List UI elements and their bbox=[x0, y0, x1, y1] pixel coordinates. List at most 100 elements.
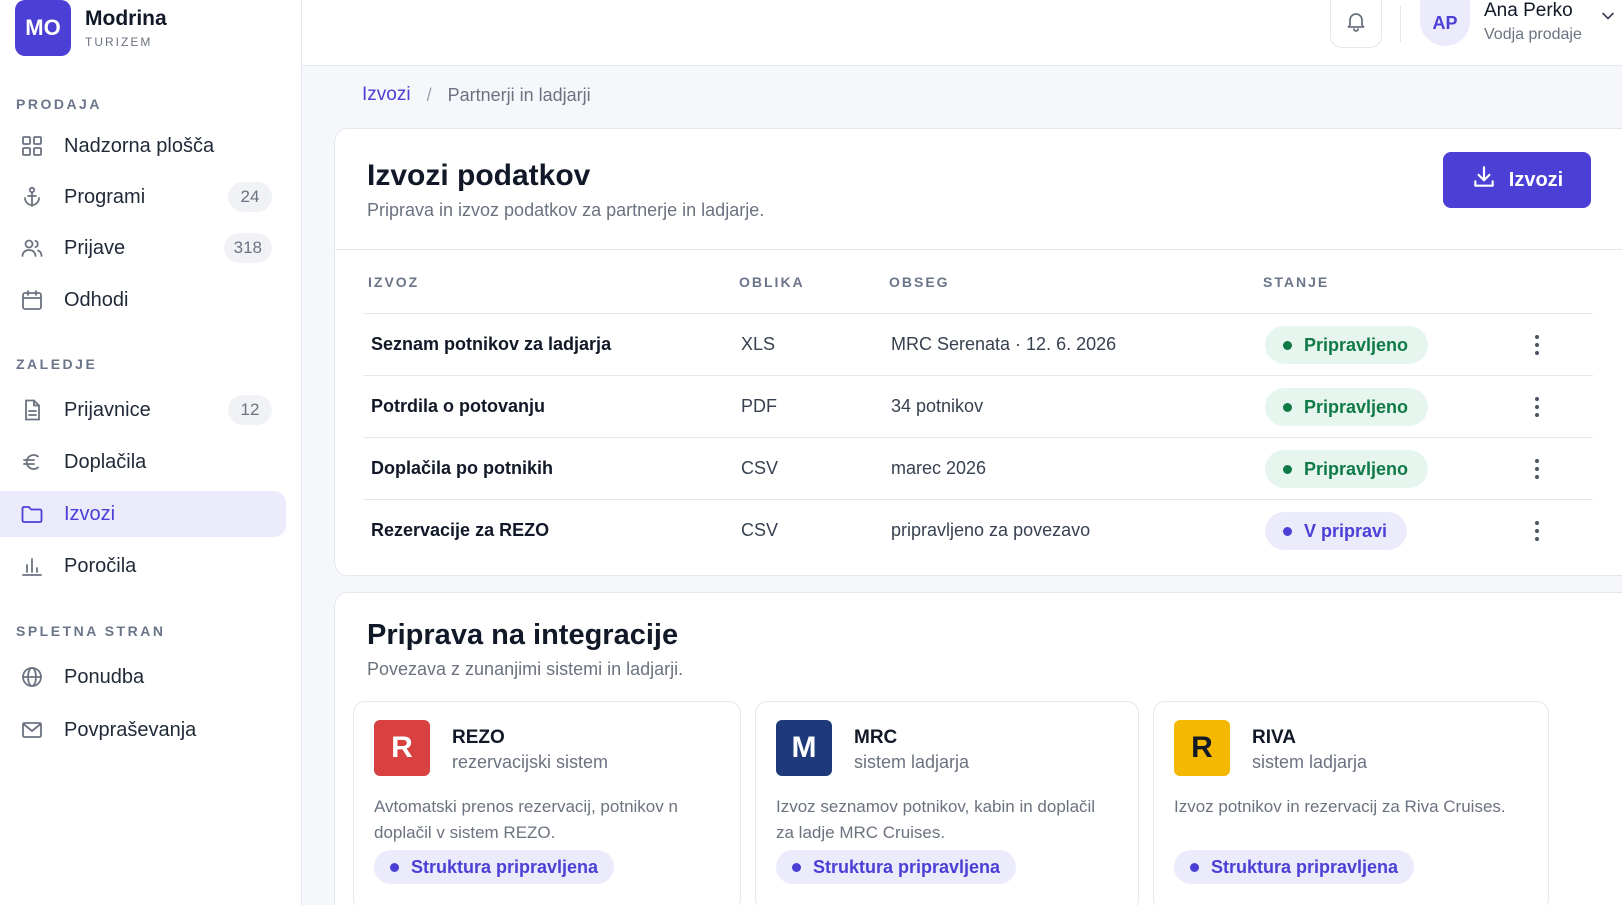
topbar: AP Ana Perko Vodja prodaje bbox=[302, 0, 1622, 66]
section-title-spletna-stran: SPLETNA STRAN bbox=[16, 623, 166, 639]
export-name: Seznam potnikov za ladjarja bbox=[371, 334, 612, 354]
count-badge: 318 bbox=[223, 233, 272, 263]
column-header-oblika: OBLIKA bbox=[739, 274, 805, 290]
bell-icon bbox=[1344, 9, 1368, 38]
breadcrumb-current: Partnerji in ladjarji bbox=[447, 84, 591, 105]
calendar-icon bbox=[18, 286, 46, 314]
column-header-stanje: STANJE bbox=[1263, 274, 1330, 290]
integrations-card: Priprava na integracije Povezava z zunan… bbox=[334, 592, 1622, 905]
sidebar-item-label: Povpraševanja bbox=[64, 718, 197, 741]
more-actions-icon[interactable] bbox=[1525, 516, 1549, 546]
export-name: Doplačila po potnikih bbox=[371, 458, 554, 478]
users-icon bbox=[18, 234, 46, 262]
integration-type: sistem ladjarja bbox=[1252, 752, 1368, 772]
integration-type: rezervacijski sistem bbox=[452, 752, 609, 772]
sidebar-item-label: Doplačila bbox=[64, 450, 147, 473]
user-name[interactable]: Ana Perko bbox=[1484, 0, 1573, 22]
breadcrumb-separator: / bbox=[426, 84, 432, 105]
grid-icon bbox=[18, 132, 46, 160]
table-row[interactable]: Doplačila po potnikih CSV marec 2026 Pri… bbox=[363, 437, 1593, 499]
sidebar: MO Modrina TURIZEM PRODAJA Nadzorna ploš… bbox=[0, 0, 302, 905]
integration-logo: M bbox=[776, 720, 832, 776]
brand-subtitle: TURIZEM bbox=[85, 35, 153, 49]
more-actions-icon[interactable] bbox=[1525, 330, 1549, 360]
section-title: Priprava na integracije bbox=[367, 619, 679, 651]
notifications-button[interactable] bbox=[1330, 0, 1382, 48]
export-scope: pripravljeno za povezavo bbox=[891, 520, 1091, 540]
globe-icon bbox=[18, 663, 46, 691]
sidebar-item-povprasevanja[interactable]: Povpraševanja bbox=[0, 707, 286, 753]
sidebar-item-ponudba[interactable]: Ponudba bbox=[0, 654, 286, 700]
export-scope: marec 2026 bbox=[891, 458, 987, 478]
sidebar-item-label: Programi bbox=[64, 185, 146, 208]
integration-logo: R bbox=[1174, 720, 1230, 776]
integration-card-rezo[interactable]: R REZO rezervacijski sistem Avtomatski p… bbox=[353, 701, 741, 905]
export-scope: 34 potnikov bbox=[891, 396, 984, 416]
anchor-icon bbox=[18, 183, 46, 211]
sidebar-item-porocila[interactable]: Poročila bbox=[0, 543, 286, 589]
integration-description: Avtomatski prenos rezervacij, potnikov n… bbox=[374, 797, 678, 842]
sidebar-item-nadzorna-plosca[interactable]: Nadzorna plošča bbox=[0, 123, 286, 169]
table-row[interactable]: Seznam potnikov za ladjarja XLS MRC Sere… bbox=[363, 313, 1593, 375]
sidebar-item-label: Ponudba bbox=[64, 665, 145, 688]
integration-name: REZO bbox=[452, 727, 505, 748]
integration-name: RIVA bbox=[1252, 727, 1296, 748]
export-format: CSV bbox=[741, 458, 779, 478]
divider bbox=[335, 249, 1622, 250]
table-row[interactable]: Rezervacije za REZO CSV pripravljeno za … bbox=[363, 499, 1593, 561]
sidebar-item-label: Prijave bbox=[64, 236, 126, 259]
status-badge: Pripravljeno bbox=[1265, 450, 1429, 488]
page-title: Izvozi podatkov bbox=[367, 159, 591, 192]
export-name: Potrdila o potovanju bbox=[371, 396, 545, 416]
avatar[interactable]: AP bbox=[1420, 0, 1470, 46]
table-row[interactable]: Potrdila o potovanju PDF 34 potnikov Pri… bbox=[363, 375, 1593, 437]
download-icon bbox=[1471, 164, 1497, 196]
count-badge: 12 bbox=[228, 395, 272, 425]
euro-icon bbox=[18, 448, 46, 476]
exports-card: Izvozi podatkov Priprava in izvoz podatk… bbox=[334, 128, 1622, 576]
export-format: PDF bbox=[741, 396, 777, 416]
breadcrumb-link-izvozi[interactable]: Izvozi bbox=[362, 84, 411, 106]
integration-type: sistem ladjarja bbox=[854, 752, 970, 772]
chevron-down-icon[interactable] bbox=[1598, 6, 1618, 31]
section-title-zaledje: ZALEDJE bbox=[16, 356, 98, 372]
status-badge: Pripravljeno bbox=[1265, 388, 1429, 426]
sidebar-item-label: Poročila bbox=[64, 554, 137, 577]
integration-description: Izvoz potnikov in rezervacij za Riva Cru… bbox=[1174, 797, 1506, 816]
integration-logo: R bbox=[374, 720, 430, 776]
sidebar-item-label: Izvozi bbox=[64, 502, 116, 525]
integration-name: MRC bbox=[854, 727, 898, 748]
brand-logo: MO bbox=[15, 0, 71, 56]
folder-icon bbox=[18, 500, 46, 528]
sidebar-item-prijavnice[interactable]: Prijavnice 12 bbox=[0, 387, 286, 433]
sidebar-item-doplacila[interactable]: Doplačila bbox=[0, 439, 286, 485]
column-header-izvoz: IZVOZ bbox=[368, 274, 420, 290]
status-badge: Struktura pripravljena bbox=[776, 850, 1017, 884]
brand-name: Modrina bbox=[85, 7, 167, 30]
mail-icon bbox=[18, 716, 46, 744]
sidebar-item-label: Prijavnice bbox=[64, 398, 151, 421]
export-format: XLS bbox=[741, 334, 776, 354]
export-format: CSV bbox=[741, 520, 779, 540]
export-button-label: Izvozi bbox=[1508, 168, 1564, 191]
status-badge: Struktura pripravljena bbox=[374, 850, 615, 884]
status-badge: Pripravljeno bbox=[1265, 326, 1429, 364]
sidebar-item-odhodi[interactable]: Odhodi bbox=[0, 277, 286, 323]
bar-chart-icon bbox=[18, 552, 46, 580]
page-subtitle: Priprava in izvoz podatkov za partnerje … bbox=[367, 200, 765, 220]
integration-card-mrc[interactable]: M MRC sistem ladjarja Izvoz seznamov pot… bbox=[755, 701, 1139, 905]
sidebar-item-prijave[interactable]: Prijave 318 bbox=[0, 225, 286, 271]
brand[interactable]: MO Modrina TURIZEM bbox=[15, 0, 167, 56]
count-badge: 24 bbox=[228, 182, 272, 212]
export-button[interactable]: Izvozi bbox=[1443, 152, 1591, 208]
status-badge: Struktura pripravljena bbox=[1174, 850, 1415, 884]
sidebar-item-izvozi[interactable]: Izvozi bbox=[0, 491, 286, 537]
export-name: Rezervacije za REZO bbox=[371, 520, 550, 540]
sidebar-item-programi[interactable]: Programi 24 bbox=[0, 174, 286, 220]
integration-card-riva[interactable]: R RIVA sistem ladjarja Izvoz potnikov in… bbox=[1153, 701, 1549, 905]
more-actions-icon[interactable] bbox=[1525, 454, 1549, 484]
column-header-obseg: OBSEG bbox=[889, 274, 950, 290]
more-actions-icon[interactable] bbox=[1525, 392, 1549, 422]
section-subtitle: Povezava z zunanjimi sistemi in ladjarji… bbox=[367, 659, 684, 679]
integration-description: Izvoz seznamov potnikov, kabin in doplač… bbox=[776, 797, 1096, 842]
